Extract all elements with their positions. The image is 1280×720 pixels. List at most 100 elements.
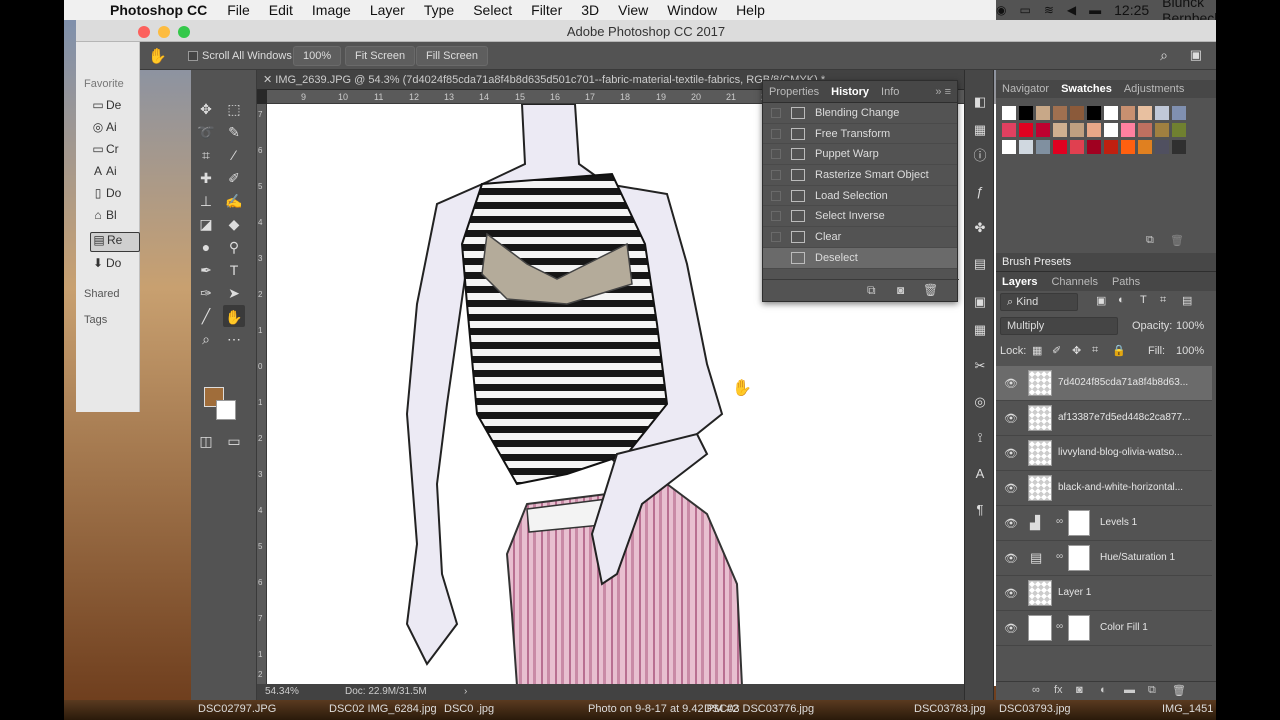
menu-type[interactable]: Type	[424, 2, 454, 18]
app-name[interactable]: Photoshop CC	[110, 2, 207, 18]
paint-bucket-icon[interactable]: ◆	[223, 213, 245, 235]
volume-icon[interactable]: ◀	[1067, 3, 1076, 17]
new-layer-icon[interactable]: ⧉	[1148, 684, 1156, 697]
eye-icon[interactable]: 👁	[1004, 622, 1018, 635]
search-icon[interactable]: ⌕	[1160, 47, 1168, 64]
filter-kind-select[interactable]: ⌕ Kind	[1000, 293, 1078, 311]
record-icon[interactable]: ◉	[996, 3, 1006, 17]
lock-transparency-icon[interactable]: ▦	[1032, 344, 1042, 357]
desktop-file[interactable]: DSC02 IMG_6284.jpg	[329, 703, 437, 715]
clone-source-icon[interactable]: ▦	[970, 320, 990, 340]
tab-layers[interactable]: Layers	[1002, 276, 1037, 288]
link-icon[interactable]: ∞	[1056, 621, 1063, 632]
tab-swatches[interactable]: Swatches	[1061, 83, 1112, 95]
layer-row[interactable]: 👁 ∞ Color Fill 1	[996, 611, 1212, 646]
new-document-icon[interactable]: ⧉	[867, 283, 876, 298]
zoom-level[interactable]: 54.34%	[265, 684, 299, 700]
history-state[interactable]: Clear	[763, 227, 957, 248]
history-state[interactable]: Puppet Warp	[763, 144, 957, 166]
eye-icon[interactable]: 👁	[1004, 377, 1018, 390]
color-swatch[interactable]	[1138, 123, 1152, 137]
link-icon[interactable]: ∞	[1056, 516, 1063, 527]
menu-image[interactable]: Image	[312, 2, 351, 18]
new-swatch-icon[interactable]: ⧉	[1146, 234, 1154, 247]
puppet-icon[interactable]: ✤	[970, 218, 990, 238]
background-color-swatch[interactable]	[216, 400, 236, 420]
filter-type-icon[interactable]: T	[1140, 294, 1147, 306]
color-swatch[interactable]	[1019, 140, 1033, 154]
snapshot-box[interactable]	[771, 107, 781, 118]
history-brush-icon[interactable]: ✍	[223, 190, 245, 212]
lock-position-icon[interactable]: ✥	[1072, 344, 1081, 357]
tab-properties[interactable]: Properties	[769, 86, 819, 98]
blend-mode-select[interactable]: Multiply	[1000, 317, 1118, 335]
color-swatch[interactable]	[1087, 123, 1101, 137]
fit-screen-button[interactable]: Fit Screen	[345, 46, 416, 66]
layer-row[interactable]: 👁 livvyland-blog-olivia-watso...	[996, 436, 1212, 471]
menu-filter[interactable]: Filter	[531, 2, 562, 18]
crop-tool-icon[interactable]: ⌗	[195, 144, 217, 166]
color-swatch[interactable]	[1104, 106, 1118, 120]
fill-value[interactable]: 100%	[1176, 345, 1204, 357]
eye-icon[interactable]: 👁	[1004, 482, 1018, 495]
opacity-value[interactable]: 100%	[1176, 320, 1204, 332]
color-swatch[interactable]	[1019, 123, 1033, 137]
color-swatch[interactable]	[1104, 123, 1118, 137]
blur-tool-icon[interactable]: ●	[195, 236, 217, 258]
color-swatch[interactable]	[1121, 123, 1135, 137]
menu-file[interactable]: File	[227, 2, 250, 18]
tab-navigator[interactable]: Navigator	[1002, 83, 1049, 95]
history-state[interactable]: Select Inverse	[763, 206, 957, 228]
quick-select-icon[interactable]: ✎	[223, 121, 245, 143]
history-state[interactable]: Rasterize Smart Object	[763, 165, 957, 186]
layer-mask-thumbnail[interactable]	[1068, 615, 1090, 641]
quick-mask-icon[interactable]: ◫	[195, 430, 217, 452]
finder-item[interactable]: A Ai	[90, 164, 140, 184]
zoom-100-button[interactable]: 100%	[293, 46, 342, 66]
lock-all-icon[interactable]: 🔒	[1112, 344, 1126, 357]
layer-row[interactable]: 👁 af13387e7d5ed448c2ca877...	[996, 401, 1212, 436]
more-tools-icon[interactable]: ⋯	[223, 328, 245, 350]
filter-pixel-icon[interactable]: ▣	[1096, 294, 1106, 307]
color-swatch[interactable]	[1053, 140, 1067, 154]
layer-row[interactable]: 👁 ▟ ∞ Levels 1	[996, 506, 1212, 541]
color-swatch[interactable]	[1172, 140, 1186, 154]
snapshot-box[interactable]	[771, 190, 781, 201]
tab-adjustments[interactable]: Adjustments	[1124, 83, 1185, 95]
trash-icon[interactable]: 🗑	[923, 283, 938, 297]
group-folder-icon[interactable]: ▬	[1124, 684, 1135, 696]
zoom-tool-icon[interactable]: ⌕	[195, 328, 217, 350]
path-select-icon[interactable]: ➤	[223, 282, 245, 304]
eyedropper-icon[interactable]: ⁄	[223, 144, 245, 166]
layer-row[interactable]: 👁 7d4024f85cda71a8f4b8d63...	[996, 366, 1212, 401]
desktop-file[interactable]: DSC02797.JPG	[198, 703, 276, 715]
camera-icon[interactable]: ◙	[897, 283, 904, 297]
tab-history[interactable]: History	[831, 86, 869, 98]
filter-smart-object-icon[interactable]: ▤	[1182, 294, 1192, 307]
brush-presets-header[interactable]: Brush Presets	[996, 253, 1216, 271]
airplay-icon[interactable]: ▭	[1019, 3, 1030, 17]
menu-edit[interactable]: Edit	[269, 2, 293, 18]
menu-3d[interactable]: 3D	[581, 2, 599, 18]
snapshot-box[interactable]	[771, 231, 781, 242]
snapshot-box[interactable]	[771, 211, 781, 222]
color-swatch[interactable]	[1002, 106, 1016, 120]
menu-window[interactable]: Window	[667, 2, 717, 18]
screen-mode-icon[interactable]: ▭	[223, 430, 245, 452]
color-swatch[interactable]	[1002, 140, 1016, 154]
color-swatch[interactable]	[1172, 106, 1186, 120]
color-swatch[interactable]	[1070, 140, 1084, 154]
color-swatch[interactable]	[1036, 123, 1050, 137]
desktop-file[interactable]: DSC03783.jpg	[914, 703, 986, 715]
color-swatch[interactable]	[1053, 106, 1067, 120]
workspace-icon[interactable]: ▣	[1190, 47, 1202, 63]
battery-icon[interactable]: ▬	[1089, 3, 1101, 17]
color-swatch[interactable]	[1155, 106, 1169, 120]
tab-info[interactable]: Info	[881, 86, 899, 98]
trash-icon[interactable]: 🗑	[1170, 234, 1184, 247]
color-swatch[interactable]	[1036, 140, 1050, 154]
lock-artboard-icon[interactable]: ⌗	[1092, 344, 1098, 357]
color-swatch[interactable]	[1104, 140, 1118, 154]
layer-row[interactable]: 👁 black-and-white-horizontal...	[996, 471, 1212, 506]
adjustment-layer-icon[interactable]: ◐	[1100, 684, 1107, 696]
